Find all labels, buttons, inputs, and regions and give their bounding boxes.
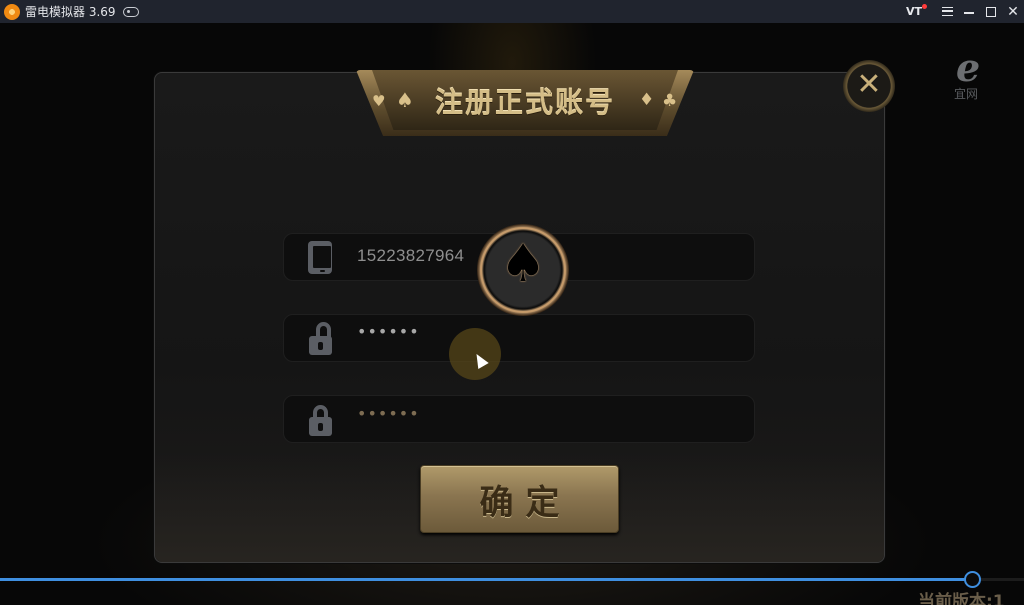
app-title: 雷电模拟器 3.69 bbox=[25, 5, 116, 19]
menu-button[interactable] bbox=[936, 0, 958, 23]
loading-spinner: ♠ bbox=[477, 224, 569, 316]
window-close-button[interactable]: ✕ bbox=[1002, 0, 1024, 23]
vt-label: VT bbox=[905, 5, 922, 18]
watermark-caption: 宜网 bbox=[954, 87, 979, 101]
close-icon: ✕ bbox=[1007, 3, 1019, 20]
password-field[interactable]: •••••• bbox=[283, 314, 755, 362]
maximize-button[interactable] bbox=[980, 0, 1002, 23]
confirm-button[interactable]: 确定 bbox=[420, 465, 619, 533]
emulator-window: 雷电模拟器 3.69 VT ✕ e 宜网 ♥ ♠ 注册正式账号 ♦ ♣ ✕ 15… bbox=[0, 0, 1024, 605]
vt-indicator[interactable]: VT bbox=[905, 4, 927, 18]
diamond-suit-icon: ♦ bbox=[639, 90, 655, 110]
browser-logo-icon: e 宜网 bbox=[950, 45, 994, 101]
confirm-button-label: 确定 bbox=[479, 482, 572, 523]
minimize-button[interactable] bbox=[958, 0, 980, 23]
password-input[interactable]: •••••• bbox=[357, 322, 420, 341]
lock-icon bbox=[306, 402, 334, 438]
progress-slider[interactable] bbox=[0, 578, 1024, 581]
phone-icon bbox=[306, 240, 334, 276]
menu-icon bbox=[941, 7, 953, 16]
unlock-icon bbox=[306, 321, 334, 357]
dialog-close-button[interactable]: ✕ bbox=[843, 60, 895, 112]
titlebar: 雷电模拟器 3.69 VT ✕ bbox=[0, 0, 1024, 23]
progress-thumb[interactable] bbox=[964, 571, 981, 588]
notification-dot-icon bbox=[922, 4, 927, 9]
close-icon: ✕ bbox=[856, 67, 882, 102]
gamepad-icon[interactable] bbox=[122, 6, 139, 17]
club-suit-icon: ♣ bbox=[662, 91, 678, 111]
confirm-password-input[interactable]: •••••• bbox=[357, 404, 420, 423]
browser-logo-e: e bbox=[956, 45, 981, 90]
phone-input[interactable]: 15223827964 bbox=[357, 246, 464, 266]
titlebar-controls: VT ✕ bbox=[906, 0, 1024, 23]
spade-icon: ♠ bbox=[499, 234, 547, 294]
minimize-icon bbox=[964, 12, 974, 14]
maximize-icon bbox=[986, 6, 996, 17]
version-text: 当前版本:1 bbox=[918, 592, 1005, 605]
app-logo-icon bbox=[4, 3, 20, 20]
dialog-title-banner: ♥ ♠ 注册正式账号 ♦ ♣ bbox=[356, 70, 694, 136]
confirm-password-field[interactable]: •••••• bbox=[283, 395, 755, 443]
progress-fill bbox=[0, 578, 973, 581]
